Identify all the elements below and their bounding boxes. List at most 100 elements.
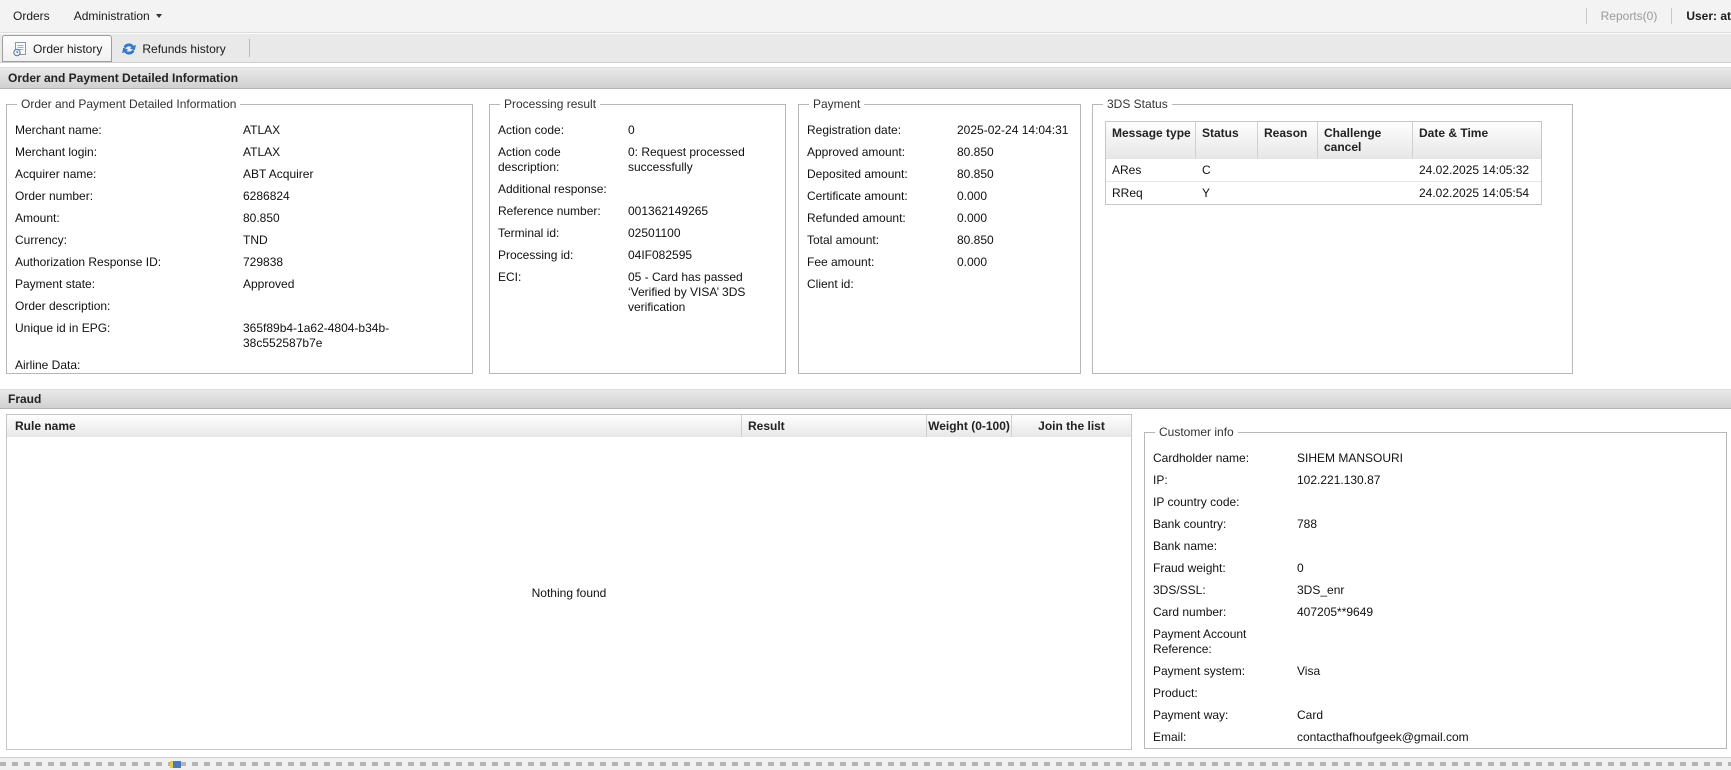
field-label: Deposited amount:	[807, 167, 908, 181]
field-label: Refunded amount:	[807, 211, 906, 225]
fraud-section-title: Fraud	[8, 392, 42, 406]
field-label: Merchant name:	[15, 123, 102, 137]
field-value: 80.850	[957, 167, 994, 181]
tab-order-history[interactable]: Order history	[2, 35, 113, 62]
field-row: Payment system: Visa	[1153, 664, 1718, 679]
column-header[interactable]: Reason	[1258, 122, 1318, 158]
column-header[interactable]: Join the list	[1012, 415, 1131, 437]
field-row: Currency: TND	[15, 233, 464, 248]
field-label: Bank name:	[1153, 539, 1218, 553]
column-header[interactable]: Weight (0-100)	[927, 415, 1012, 437]
field-row: Email: contacthafhoufgeek@gmail.com	[1153, 730, 1718, 745]
field-value: 0.000	[957, 211, 988, 225]
refunds-history-icon	[121, 41, 137, 57]
field-label: Email:	[1153, 730, 1187, 744]
3ds-table-header: Message type Status Reason Challenge can…	[1106, 122, 1541, 158]
field-row: Deposited amount: 80.850	[807, 167, 1072, 182]
table-cell: RReq	[1112, 186, 1143, 200]
splitter-dashes	[0, 762, 1731, 766]
field-row: Acquirer name: ABT Acquirer	[15, 167, 464, 182]
field-row: Approved amount: 80.850	[807, 145, 1072, 160]
table-row[interactable]: ARes C 24.02.2025 14:05:32	[1106, 158, 1541, 181]
table-cell	[1318, 159, 1413, 181]
field-row: Reference number: 001362149265	[498, 204, 777, 219]
divider	[248, 39, 250, 57]
splitter-bar[interactable]	[0, 757, 1731, 770]
tab-label: Order history	[33, 41, 103, 56]
field-value: 0.000	[957, 189, 988, 203]
field-value: 001362149265	[628, 204, 709, 218]
fraud-table-header: Rule name Result Weight (0-100) Join the…	[7, 415, 1131, 437]
field-label: Order description:	[15, 299, 111, 313]
field-row: Action code: 0	[498, 123, 777, 138]
field-row: Merchant name: ATLAX	[15, 123, 464, 138]
field-label: Payment way:	[1153, 708, 1229, 722]
field-value: 407205**9649	[1297, 605, 1374, 619]
column-header[interactable]: Challenge cancel	[1318, 122, 1413, 158]
column-header[interactable]: Message type	[1106, 122, 1196, 158]
field-row: Fraud weight: 0	[1153, 561, 1718, 576]
divider	[1671, 8, 1673, 24]
field-label: ECI:	[498, 270, 522, 284]
field-list: Action code: 0 Action code description: …	[498, 115, 777, 315]
field-row: Cardholder name: SIHEM MANSOURI	[1153, 451, 1718, 466]
field-label: Action code:	[498, 123, 565, 137]
field-value: TND	[243, 233, 268, 247]
field-row: Payment Account Reference:	[1153, 627, 1718, 657]
field-row: Registration date: 2025-02-24 14:04:31	[807, 123, 1072, 138]
table-cell	[1318, 182, 1413, 204]
fieldset-order-info: Order and Payment Detailed Information M…	[6, 97, 473, 374]
fieldset-legend: Customer info	[1159, 425, 1234, 439]
menu-item-administration[interactable]: Administration	[62, 0, 174, 33]
field-value: 0	[628, 123, 635, 137]
field-label: Card number:	[1153, 605, 1227, 619]
field-label: Currency:	[15, 233, 68, 247]
field-label: Unique id in EPG:	[15, 321, 111, 335]
field-label: Cardholder name:	[1153, 451, 1250, 465]
column-header[interactable]: Rule name	[7, 415, 742, 437]
column-header[interactable]: Result	[742, 415, 927, 437]
field-label: Payment state:	[15, 277, 96, 291]
field-value: Visa	[1297, 664, 1321, 678]
tab-refunds-history[interactable]: Refunds history	[112, 36, 234, 61]
field-value	[1297, 539, 1718, 554]
menu-item-orders[interactable]: Orders	[0, 0, 62, 33]
field-value	[1297, 627, 1718, 657]
user-label: User: at	[1686, 9, 1731, 23]
table-cell: 24.02.2025 14:05:54	[1419, 186, 1530, 200]
field-list: Cardholder name: SIHEM MANSOURI IP: 102.…	[1153, 443, 1718, 745]
field-value	[628, 182, 760, 197]
field-value	[243, 299, 464, 314]
field-value: 3DS_enr	[1297, 583, 1345, 597]
field-row: IP: 102.221.130.87	[1153, 473, 1718, 488]
field-value: ATLAX	[243, 145, 281, 159]
field-label: Approved amount:	[807, 145, 906, 159]
splitter-handle-icon[interactable]	[170, 761, 181, 768]
column-header[interactable]: Date & Time	[1413, 122, 1541, 158]
field-row: 3DS/SSL: 3DS_enr	[1153, 583, 1718, 598]
field-value: Card	[1297, 708, 1324, 722]
field-value: 6286824	[243, 189, 290, 203]
field-row: IP country code:	[1153, 495, 1718, 510]
fieldset-payment: Payment Registration date: 2025-02-24 14…	[798, 97, 1081, 374]
table-row[interactable]: RReq Y 24.02.2025 14:05:54	[1106, 181, 1541, 204]
fieldset-processing-result: Processing result Action code: 0 Action …	[489, 97, 786, 374]
field-row: Unique id in EPG: 365f89b4-1a62-4804-b34…	[15, 321, 464, 351]
menubar: Orders Administration Reports(0) User: a…	[0, 0, 1731, 33]
field-value: contacthafhoufgeek@gmail.com	[1297, 730, 1469, 744]
field-label: Order number:	[15, 189, 94, 203]
field-label: 3DS/SSL:	[1153, 583, 1206, 597]
fraud-table-body: Nothing found	[7, 437, 1131, 749]
field-value: 102.221.130.87	[1297, 473, 1381, 487]
field-value: 788	[1297, 517, 1318, 531]
field-row: Additional response:	[498, 182, 777, 197]
field-value: 02501100	[628, 226, 681, 240]
field-label: Certificate amount:	[807, 189, 908, 203]
field-label: Processing id:	[498, 248, 574, 262]
field-label: Action code description:	[498, 145, 561, 174]
table-cell: C	[1202, 163, 1211, 177]
chevron-down-icon	[155, 14, 162, 18]
column-header[interactable]: Status	[1196, 122, 1258, 158]
field-value	[1297, 495, 1718, 510]
reports-link[interactable]: Reports(0)	[1601, 9, 1658, 23]
